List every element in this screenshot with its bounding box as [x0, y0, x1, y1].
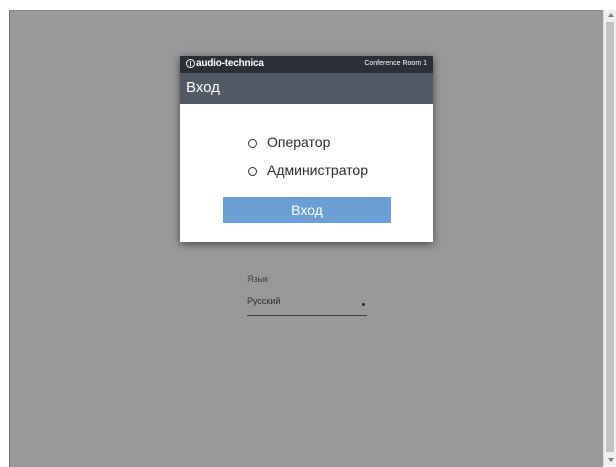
login-button[interactable]: Вход: [223, 197, 391, 223]
brand-name: audio-technica: [196, 58, 264, 69]
audio-technica-logo-icon: [186, 59, 195, 68]
role-label: Оператор: [267, 134, 331, 150]
login-dialog: audio-technica Conference Room 1 Вход Оп…: [180, 56, 433, 242]
window-left-edge: [0, 10, 9, 466]
scroll-down-arrow-icon[interactable]: [608, 458, 614, 462]
language-select[interactable]: Русский: [247, 293, 367, 316]
dropdown-indicator-icon: [362, 303, 365, 306]
radio-button-icon[interactable]: [248, 139, 257, 148]
language-value: Русский: [247, 296, 281, 306]
window-top-edge: [0, 0, 616, 10]
dialog-title: Вход: [186, 79, 220, 96]
dialog-header: audio-technica Conference Room 1 Вход: [180, 56, 433, 104]
radio-button-icon[interactable]: [248, 167, 257, 176]
role-label: Администратор: [267, 162, 369, 178]
vertical-scrollbar[interactable]: [603, 10, 616, 466]
brand-bar: audio-technica Conference Room 1: [180, 56, 433, 73]
scroll-up-arrow-icon[interactable]: [608, 13, 614, 17]
scroll-thumb[interactable]: [606, 22, 614, 452]
language-label: Язык: [247, 274, 269, 284]
room-name: Conference Room 1: [364, 60, 427, 67]
